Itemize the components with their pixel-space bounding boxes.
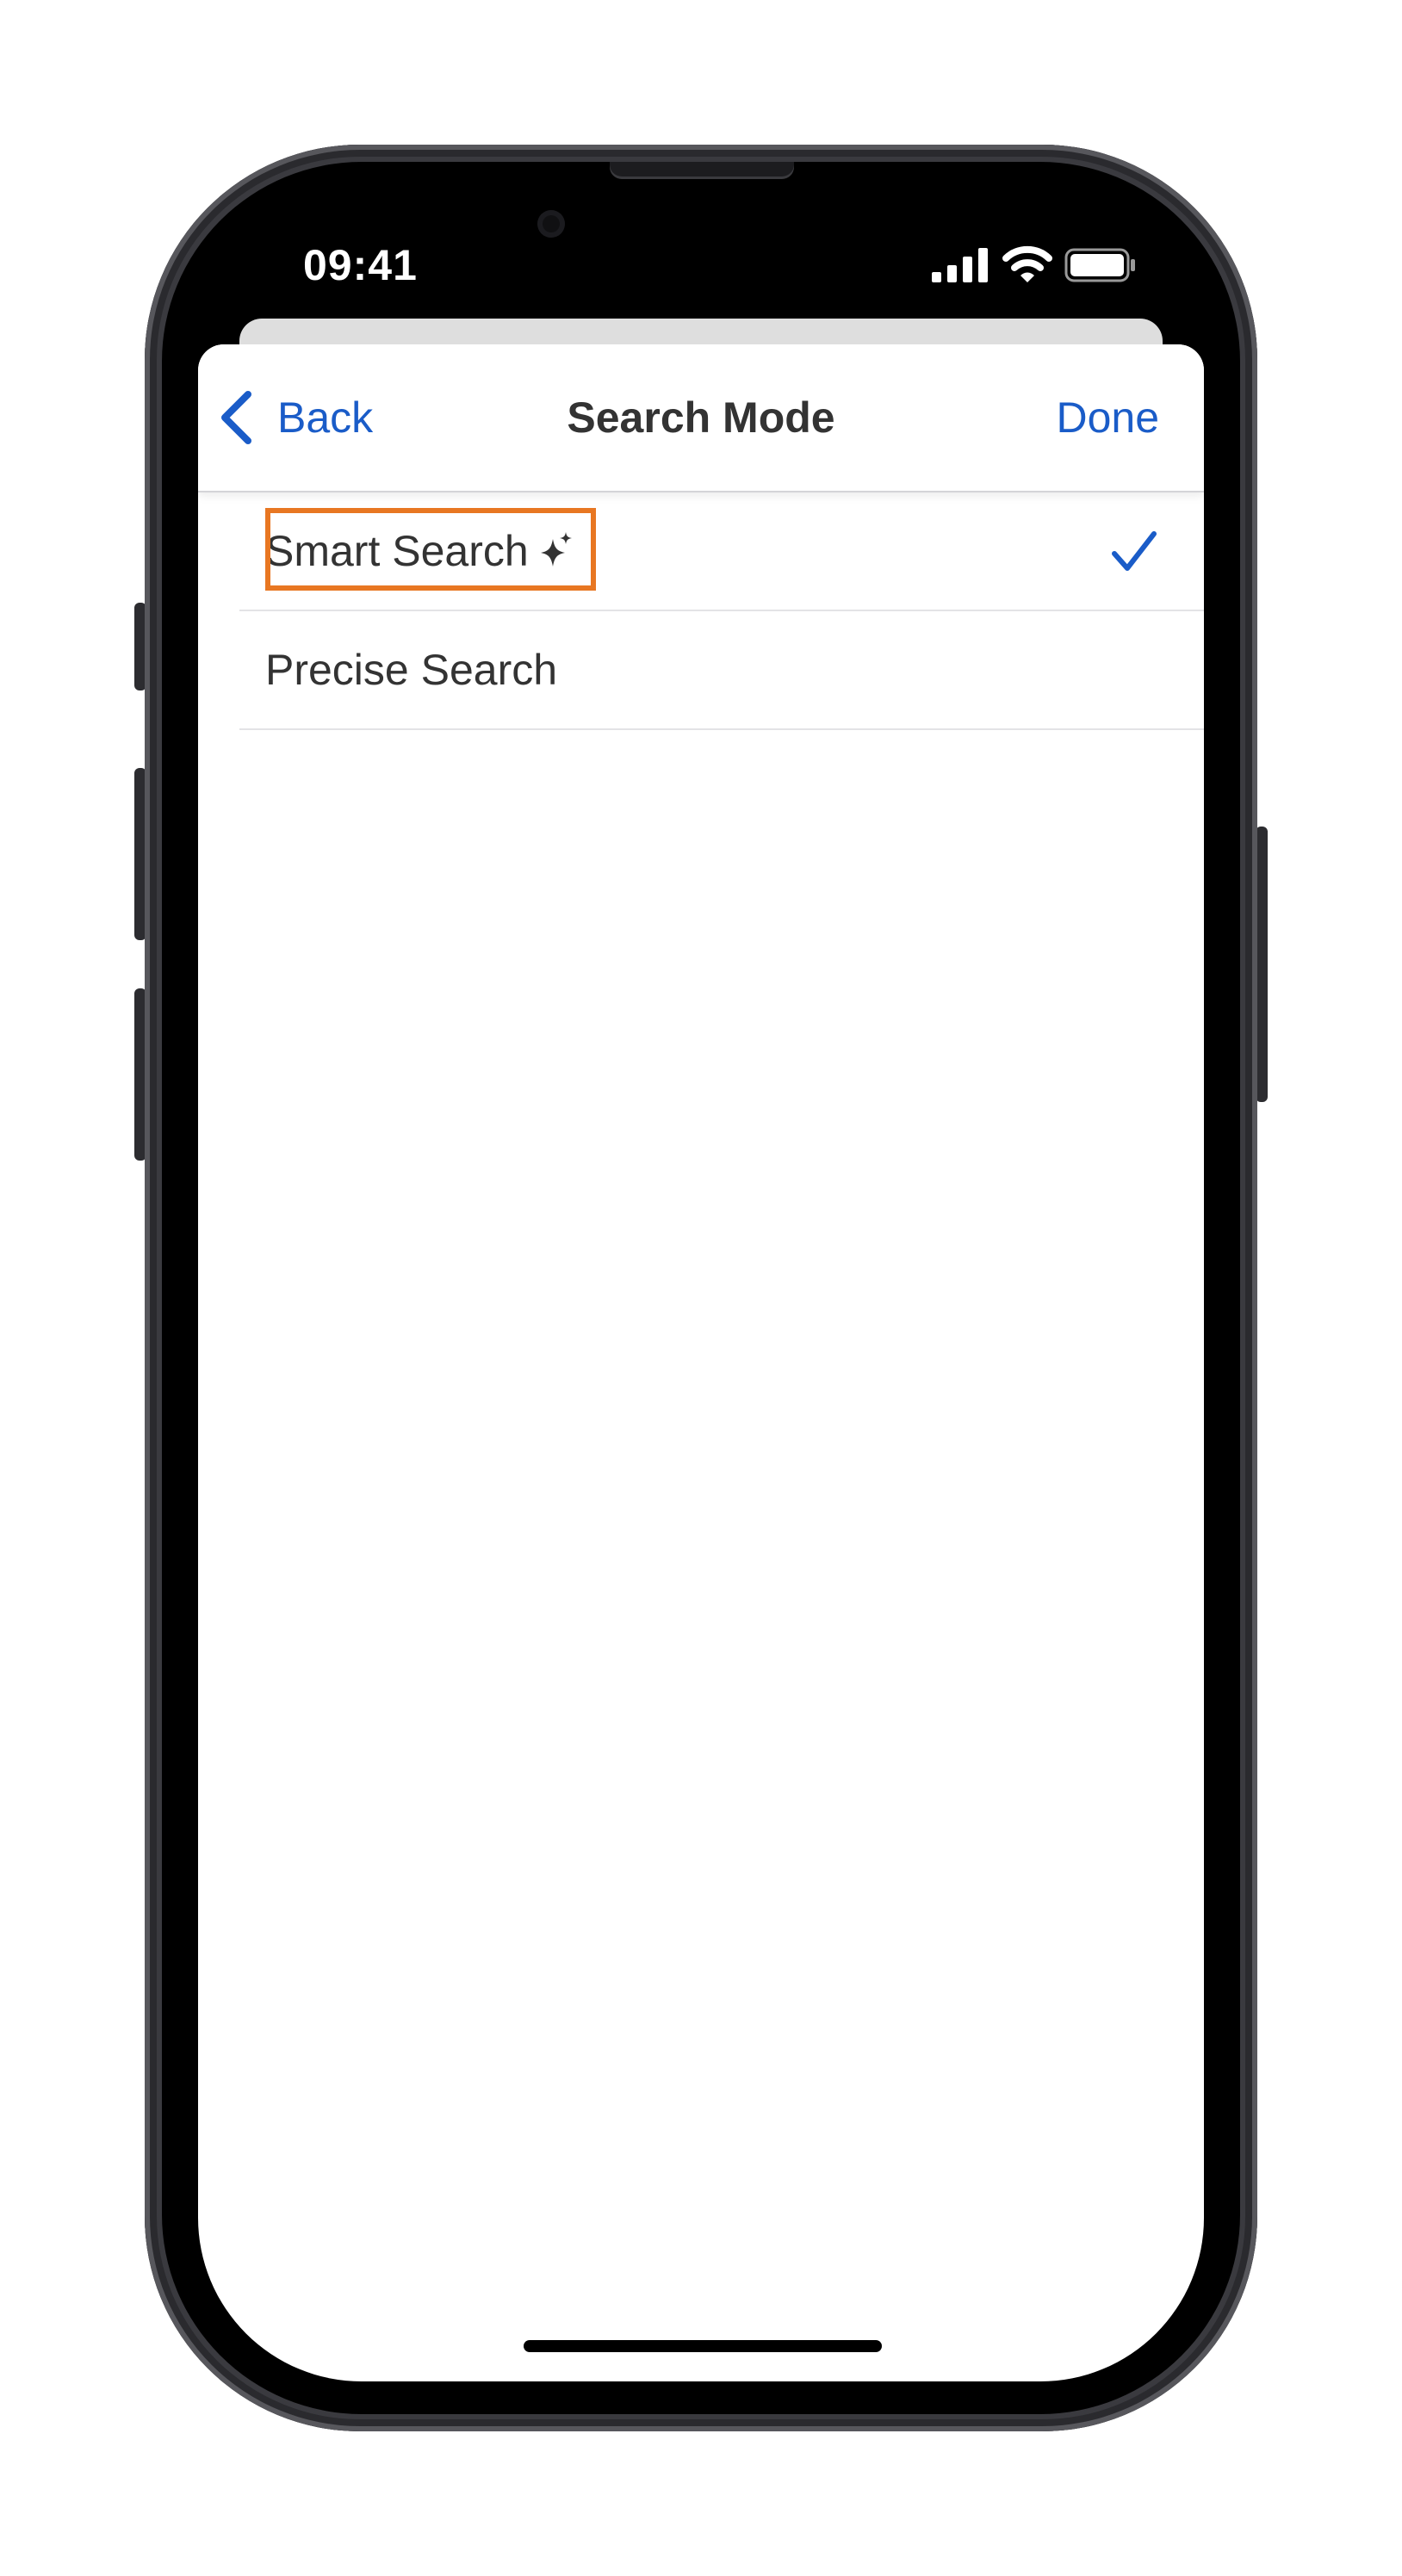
stage: 09:41 Back Search Mode Done Smart Search…	[0, 0, 1402, 2576]
navigation-bar: Back Search Mode Done	[198, 344, 1204, 492]
earpiece-speaker	[610, 162, 794, 179]
cellular-signal-icon	[932, 248, 988, 282]
option-precise-search[interactable]: Precise Search	[239, 611, 1204, 730]
sparkle-icon	[540, 531, 572, 567]
option-label: Smart Search	[265, 521, 572, 581]
wifi-icon	[1002, 245, 1052, 282]
back-label: Back	[277, 393, 374, 442]
checkmark-icon	[1112, 531, 1157, 571]
status-time: 09:41	[303, 241, 418, 289]
chevron-left-icon	[221, 391, 251, 444]
back-button[interactable]: Back	[217, 387, 373, 448]
home-indicator[interactable]	[524, 2340, 882, 2352]
option-label: Precise Search	[265, 646, 558, 694]
power-button	[1256, 827, 1268, 1102]
option-smart-search[interactable]: Smart Search	[239, 492, 1204, 611]
front-camera	[537, 210, 565, 238]
search-mode-list: Smart Search Precise Search	[198, 492, 1204, 730]
done-button[interactable]: Done	[1056, 387, 1159, 448]
option-label-text: Smart Search	[265, 527, 529, 575]
search-mode-sheet: Back Search Mode Done Smart Search Preci…	[198, 344, 1204, 2381]
battery-icon	[1064, 248, 1135, 282]
